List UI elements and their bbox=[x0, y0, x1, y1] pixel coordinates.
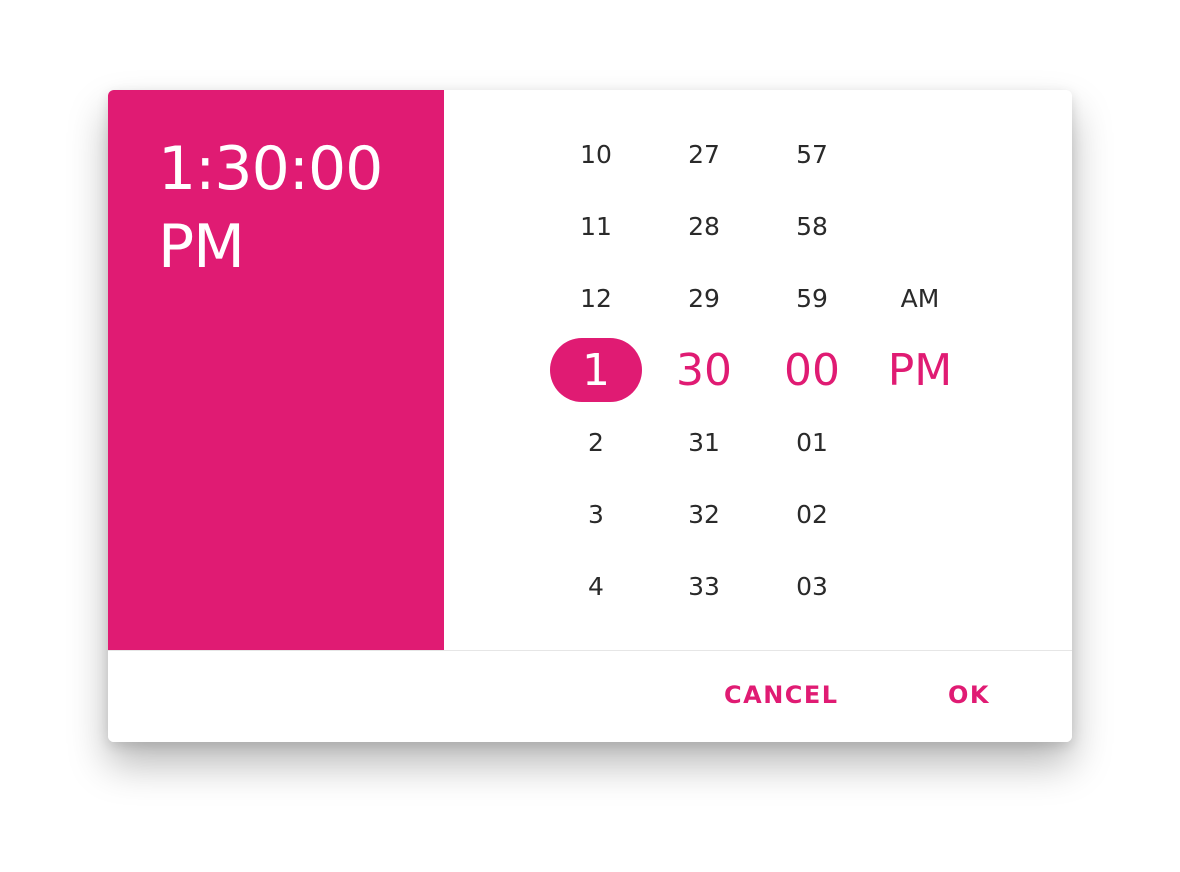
period-option-label: PM bbox=[887, 344, 953, 396]
second-column[interactable]: 57 58 59 00 01 02 03 bbox=[762, 118, 862, 622]
second-option-label: 57 bbox=[796, 139, 828, 169]
time-picker-header: 1:30:00 PM bbox=[108, 90, 444, 650]
hour-option-selected[interactable]: 1 bbox=[546, 334, 646, 406]
selected-time-period: PM bbox=[158, 212, 245, 282]
ok-button[interactable]: OK bbox=[948, 681, 990, 709]
minute-option-label: 30 bbox=[676, 344, 732, 396]
second-option-label: 01 bbox=[796, 427, 828, 457]
minute-option-label: 32 bbox=[688, 499, 720, 529]
selected-time-display: 1:30:00 PM bbox=[158, 130, 383, 286]
hour-option[interactable]: 12 bbox=[546, 262, 646, 334]
hour-option-label: 4 bbox=[588, 571, 604, 601]
minute-option-label: 28 bbox=[688, 211, 720, 241]
hour-option[interactable]: 10 bbox=[546, 118, 646, 190]
minute-option[interactable]: 31 bbox=[654, 406, 754, 478]
time-wheel-picker: 10 11 12 1 2 3 4 27 28 29 30 31 32 33 57 58 59 00 01 02 03… bbox=[444, 90, 1072, 650]
second-option-label: 03 bbox=[796, 571, 828, 601]
hour-option[interactable]: 2 bbox=[546, 406, 646, 478]
second-option[interactable]: 58 bbox=[762, 190, 862, 262]
second-option-selected[interactable]: 00 bbox=[762, 334, 862, 406]
minute-option[interactable]: 28 bbox=[654, 190, 754, 262]
second-option-label: 59 bbox=[796, 283, 828, 313]
minute-option-label: 29 bbox=[688, 283, 720, 313]
hour-option-label: 3 bbox=[588, 499, 604, 529]
period-option[interactable]: AM bbox=[870, 262, 970, 334]
minute-option-label: 27 bbox=[688, 139, 720, 169]
minute-option-label: 31 bbox=[688, 427, 720, 457]
dialog-actions: CANCEL OK bbox=[108, 650, 1072, 742]
hour-option-label: 12 bbox=[580, 283, 612, 313]
minute-option[interactable]: 29 bbox=[654, 262, 754, 334]
second-option-label: 02 bbox=[796, 499, 828, 529]
second-option[interactable]: 01 bbox=[762, 406, 862, 478]
second-option[interactable]: 03 bbox=[762, 550, 862, 622]
hour-option-label: 10 bbox=[580, 139, 612, 169]
hour-option-label: 2 bbox=[588, 427, 604, 457]
hour-option-label: 1 bbox=[550, 338, 642, 402]
time-picker-dialog: 1:30:00 PM 10 11 12 1 2 3 4 27 28 29 30 31 32 33 57 5… bbox=[108, 90, 1072, 742]
second-option[interactable]: 59 bbox=[762, 262, 862, 334]
minute-column[interactable]: 27 28 29 30 31 32 33 bbox=[654, 118, 754, 622]
hour-option[interactable]: 11 bbox=[546, 190, 646, 262]
hour-option-label: 11 bbox=[580, 211, 612, 241]
minute-option[interactable]: 32 bbox=[654, 478, 754, 550]
hour-column[interactable]: 10 11 12 1 2 3 4 bbox=[546, 118, 646, 622]
minute-option[interactable]: 33 bbox=[654, 550, 754, 622]
selected-time-value: 1:30:00 bbox=[158, 134, 383, 204]
minute-option[interactable]: 27 bbox=[654, 118, 754, 190]
second-option-label: 00 bbox=[784, 344, 840, 396]
minute-option-selected[interactable]: 30 bbox=[654, 334, 754, 406]
period-column[interactable]: AM PM bbox=[870, 118, 970, 622]
minute-option-label: 33 bbox=[688, 571, 720, 601]
period-option-selected[interactable]: PM bbox=[870, 334, 970, 406]
hour-option[interactable]: 4 bbox=[546, 550, 646, 622]
second-option[interactable]: 57 bbox=[762, 118, 862, 190]
hour-option[interactable]: 3 bbox=[546, 478, 646, 550]
second-option[interactable]: 02 bbox=[762, 478, 862, 550]
cancel-button[interactable]: CANCEL bbox=[724, 681, 839, 709]
second-option-label: 58 bbox=[796, 211, 828, 241]
period-option-label: AM bbox=[900, 283, 940, 313]
